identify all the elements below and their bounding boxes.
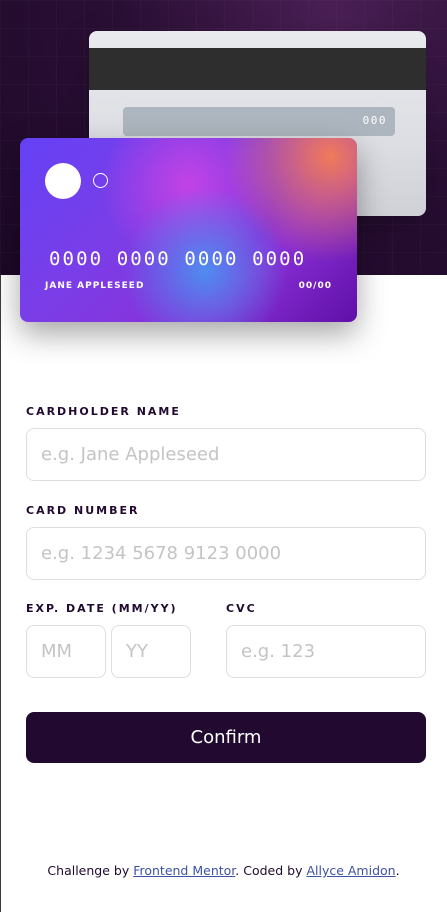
magnetic-stripe <box>89 48 426 90</box>
attribution: Challenge by Frontend Mentor. Coded by A… <box>0 863 447 878</box>
cvc-group: CVC <box>226 602 426 678</box>
card-number-label: Card Number <box>26 504 140 517</box>
card-number-group: Card Number <box>26 504 426 580</box>
frontend-mentor-link[interactable]: Frontend Mentor <box>133 863 235 878</box>
expiry-year-input[interactable] <box>111 625 191 678</box>
card-logo-filled-circle-icon <box>45 163 81 199</box>
expiry-date-group: Exp. Date (MM/YY) <box>26 602 196 678</box>
attribution-middle: . Coded by <box>235 863 307 878</box>
card-number-input[interactable] <box>26 527 426 580</box>
card-front-name: JANE APPLESEED <box>45 281 145 291</box>
author-link[interactable]: Allyce Amidon <box>306 863 395 878</box>
attribution-suffix: . <box>395 863 400 878</box>
cardholder-name-input[interactable] <box>26 428 426 481</box>
cvc-label: CVC <box>226 602 257 615</box>
expiry-inputs <box>26 625 196 678</box>
card-front-number: 0000 0000 0000 0000 <box>49 248 307 270</box>
card-front-expiry: 00/00 <box>298 281 332 291</box>
card-back-cvc: 000 <box>362 114 387 127</box>
cardholder-name-group: Cardholder Name <box>26 405 426 481</box>
expiry-month-input[interactable] <box>26 625 106 678</box>
page-left-border <box>0 275 1 912</box>
confirm-button[interactable]: Confirm <box>26 712 426 763</box>
signature-strip: 000 <box>123 107 395 136</box>
attribution-prefix: Challenge by <box>47 863 134 878</box>
card-front: 0000 0000 0000 0000 JANE APPLESEED 00/00 <box>20 138 357 322</box>
expiry-date-label: Exp. Date (MM/YY) <box>26 602 178 615</box>
cardholder-name-label: Cardholder Name <box>26 405 181 418</box>
card-logo-outline-circle-icon <box>93 173 108 188</box>
cvc-input[interactable] <box>226 625 426 678</box>
